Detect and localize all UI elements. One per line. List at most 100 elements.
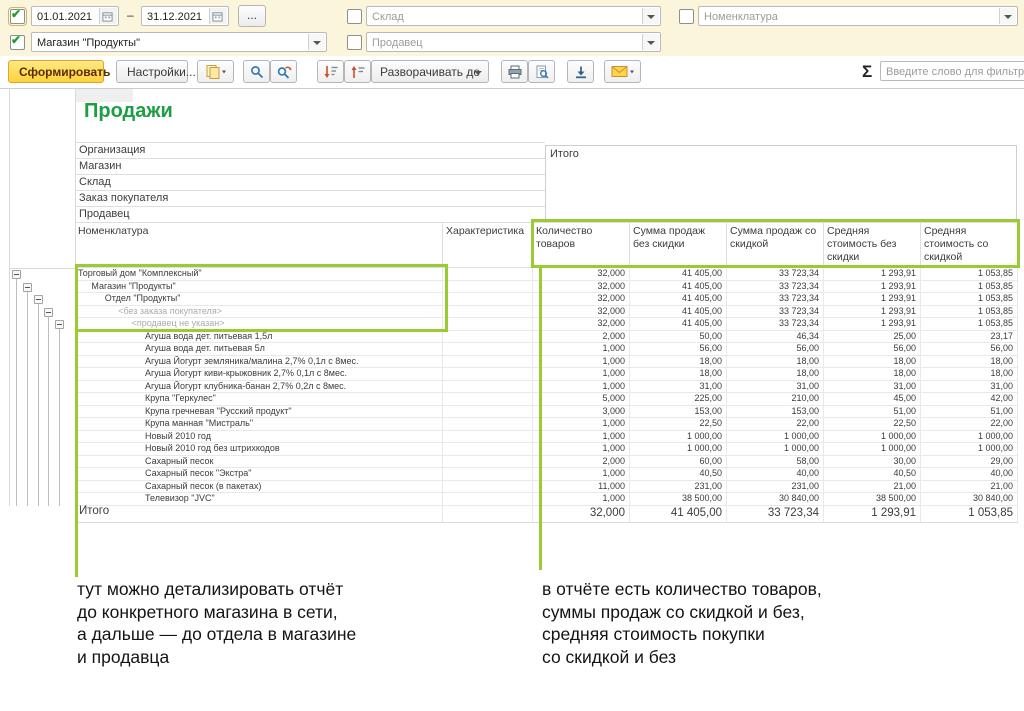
total-value-cell[interactable]: 33 723,34 — [727, 505, 824, 522]
value-cell[interactable]: 51,00 — [824, 406, 921, 418]
total-value-cell[interactable]: 41 405,00 — [630, 505, 727, 522]
row-characteristic-cell[interactable] — [443, 368, 533, 380]
value-cell[interactable]: 1,000 — [533, 381, 630, 393]
value-cell[interactable]: 1 053,85 — [921, 281, 1018, 293]
row-name-cell[interactable]: Новый 2010 год без штрихкодов — [75, 443, 443, 455]
value-cell[interactable]: 18,00 — [630, 368, 727, 380]
value-cell[interactable]: 42,00 — [921, 393, 1018, 405]
search-next-button[interactable] — [270, 60, 297, 83]
value-cell[interactable]: 1 000,00 — [630, 443, 727, 455]
row-characteristic-cell[interactable] — [443, 356, 533, 368]
value-cell[interactable]: 1 000,00 — [824, 431, 921, 443]
seller-combobox[interactable]: Продавец — [366, 32, 661, 52]
collapse-rows-button[interactable] — [317, 60, 344, 83]
value-cell[interactable]: 33 723,34 — [727, 318, 824, 330]
collapse-button[interactable] — [55, 320, 64, 329]
row-characteristic-cell[interactable] — [443, 456, 533, 468]
row-name-cell[interactable]: Сахарный песок (в пакетах) — [75, 481, 443, 493]
expand-to-button[interactable]: Разворачивать до — [371, 60, 489, 83]
value-cell[interactable]: 32,000 — [533, 306, 630, 318]
value-cell[interactable]: 33 723,34 — [727, 306, 824, 318]
value-cell[interactable]: 30 840,00 — [727, 493, 824, 505]
value-cell[interactable]: 1 053,85 — [921, 306, 1018, 318]
nomenclature-header-cell[interactable]: Номенклатура — [75, 223, 443, 267]
value-cell[interactable]: 1,000 — [533, 368, 630, 380]
value-cell[interactable]: 31,00 — [824, 381, 921, 393]
row-characteristic-cell[interactable] — [443, 443, 533, 455]
report-header-row-label[interactable]: Продавец — [75, 207, 545, 223]
send-email-button[interactable] — [604, 60, 641, 83]
store-checkbox[interactable] — [10, 35, 25, 50]
row-characteristic-cell[interactable] — [443, 468, 533, 480]
nomenclature-combobox[interactable]: Номенклатура — [698, 6, 1018, 26]
row-characteristic-cell[interactable] — [443, 306, 533, 318]
period-from-field[interactable]: 01.01.2021 — [31, 6, 119, 26]
value-cell[interactable]: 33 723,34 — [727, 268, 824, 280]
nomenclature-checkbox[interactable] — [679, 9, 694, 24]
value-cell[interactable]: 25,00 — [824, 331, 921, 343]
value-cell[interactable]: 56,00 — [921, 343, 1018, 355]
value-cell[interactable]: 40,00 — [921, 468, 1018, 480]
row-characteristic-cell[interactable] — [443, 418, 533, 430]
value-cell[interactable]: 31,00 — [727, 381, 824, 393]
value-cell[interactable]: 1 053,85 — [921, 293, 1018, 305]
warehouse-combobox[interactable]: Склад — [366, 6, 661, 26]
value-cell[interactable]: 40,50 — [824, 468, 921, 480]
save-download-button[interactable] — [567, 60, 594, 83]
value-cell[interactable]: 51,00 — [921, 406, 1018, 418]
row-name-cell[interactable]: Агуша Йогурт клубника-банан 2,7% 0,2л с … — [75, 381, 443, 393]
total-label-cell[interactable]: Итого — [75, 505, 443, 522]
settings-button[interactable]: Настройки... — [116, 60, 188, 83]
value-cell[interactable]: 1,000 — [533, 468, 630, 480]
value-cell[interactable]: 46,34 — [727, 331, 824, 343]
value-cell[interactable]: 1 000,00 — [727, 443, 824, 455]
value-cell[interactable]: 32,000 — [533, 318, 630, 330]
value-cell[interactable]: 40,50 — [630, 468, 727, 480]
value-cell[interactable]: 1,000 — [533, 343, 630, 355]
value-cell[interactable]: 29,00 — [921, 456, 1018, 468]
row-characteristic-cell[interactable] — [443, 431, 533, 443]
total-characteristic-cell[interactable] — [443, 505, 533, 522]
total-header-cell[interactable]: Итого — [545, 145, 1017, 222]
value-cell[interactable]: 18,00 — [727, 368, 824, 380]
value-cell[interactable]: 18,00 — [630, 356, 727, 368]
row-characteristic-cell[interactable] — [443, 268, 533, 280]
value-cell[interactable]: 2,000 — [533, 456, 630, 468]
characteristic-header-cell[interactable]: Характеристика — [443, 223, 533, 267]
row-characteristic-cell[interactable] — [443, 406, 533, 418]
value-cell[interactable]: 50,00 — [630, 331, 727, 343]
value-cell[interactable]: 38 500,00 — [630, 493, 727, 505]
value-cell[interactable]: 38 500,00 — [824, 493, 921, 505]
value-cell[interactable]: 1 000,00 — [630, 431, 727, 443]
store-combobox[interactable]: Магазин "Продукты" — [31, 32, 327, 52]
row-name-cell[interactable]: Сахарный песок — [75, 456, 443, 468]
value-cell[interactable]: 32,000 — [533, 281, 630, 293]
value-cell[interactable]: 41 405,00 — [630, 281, 727, 293]
value-cell[interactable]: 32,000 — [533, 268, 630, 280]
period-more-button[interactable]: ... — [238, 5, 266, 27]
value-cell[interactable]: 22,50 — [824, 418, 921, 430]
value-cell[interactable]: 40,00 — [727, 468, 824, 480]
row-name-cell[interactable]: Сахарный песок "Экстра" — [75, 468, 443, 480]
value-cell[interactable]: 1,000 — [533, 443, 630, 455]
collapse-button[interactable] — [23, 283, 32, 292]
row-name-cell[interactable]: Агуша Йогурт земляника/малина 2,7% 0,1л … — [75, 356, 443, 368]
row-characteristic-cell[interactable] — [443, 331, 533, 343]
row-characteristic-cell[interactable] — [443, 393, 533, 405]
row-name-cell[interactable]: Телевизор "JVC" — [75, 493, 443, 505]
row-characteristic-cell[interactable] — [443, 481, 533, 493]
value-cell[interactable]: 58,00 — [727, 456, 824, 468]
value-cell[interactable]: 5,000 — [533, 393, 630, 405]
value-cell[interactable]: 153,00 — [630, 406, 727, 418]
total-value-cell[interactable]: 1 053,85 — [921, 505, 1018, 522]
value-cell[interactable]: 11,000 — [533, 481, 630, 493]
value-cell[interactable]: 23,17 — [921, 331, 1018, 343]
value-cell[interactable]: 22,00 — [727, 418, 824, 430]
value-cell[interactable]: 1 000,00 — [727, 431, 824, 443]
value-cell[interactable]: 56,00 — [630, 343, 727, 355]
collapse-button[interactable] — [12, 270, 21, 279]
value-cell[interactable]: 1,000 — [533, 418, 630, 430]
seller-checkbox[interactable] — [347, 35, 362, 50]
row-name-cell[interactable]: Новый 2010 год — [75, 431, 443, 443]
row-name-cell[interactable]: Агуша Йогурт киви-крыжовник 2,7% 0,1л с … — [75, 368, 443, 380]
